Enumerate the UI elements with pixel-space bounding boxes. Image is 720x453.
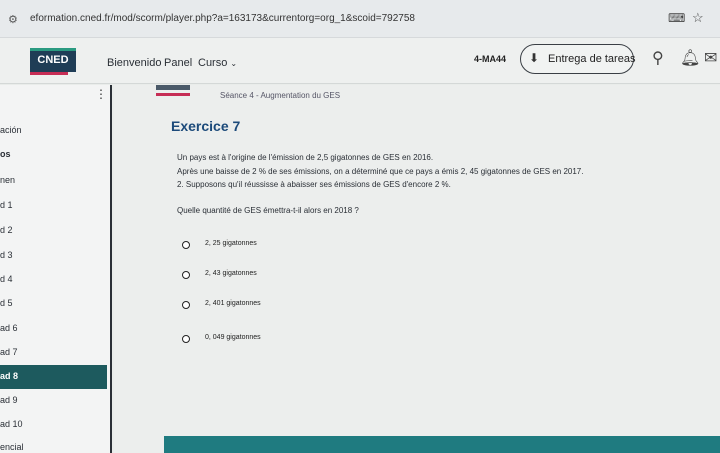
- question-text: Un pays est à l'origine de l'émission de…: [177, 153, 434, 162]
- radio-button[interactable]: [182, 335, 190, 343]
- nav-panel[interactable]: Panel: [164, 57, 192, 69]
- nav-curso-label: Curso: [198, 57, 228, 69]
- search-icon[interactable]: ⚲: [652, 48, 664, 68]
- nav-curso[interactable]: Curso ⌄: [198, 57, 237, 69]
- option-label: 2, 43 gigatonnes: [205, 270, 257, 277]
- question-text: 2. Supposons qu'il réussisse à abaisser …: [177, 180, 451, 189]
- star-icon[interactable]: ☆: [692, 10, 704, 26]
- more-vert-icon[interactable]: ⋮: [95, 87, 107, 101]
- top-navbar: CNED Bienvenido Panel Curso ⌄ 4-MA44 ⬇ E…: [0, 38, 720, 84]
- mail-icon[interactable]: ✉: [704, 48, 717, 68]
- section-title: Séance 4 - Augmentation du GES: [220, 91, 341, 100]
- mini-logo-bar: [156, 85, 190, 90]
- option-label: 2, 401 gigatonnes: [205, 300, 261, 307]
- radio-button[interactable]: [182, 271, 190, 279]
- sidebar-item[interactable]: os: [0, 149, 11, 159]
- cned-logo[interactable]: CNED: [30, 48, 76, 72]
- radio-button[interactable]: [182, 241, 190, 249]
- sidebar-item-active[interactable]: ad 8: [0, 365, 107, 389]
- sidebar-item[interactable]: d 5: [0, 298, 13, 308]
- sidebar-item[interactable]: ad 10: [0, 419, 23, 429]
- translate-icon[interactable]: ⌨: [668, 11, 685, 25]
- tune-icon[interactable]: ⚙: [8, 13, 18, 26]
- sidebar-item[interactable]: nen: [0, 175, 15, 185]
- upload-icon: ⬇: [529, 51, 540, 65]
- bell-icon[interactable]: 🔔︎: [680, 48, 700, 68]
- sidebar-item[interactable]: d 4: [0, 274, 13, 284]
- option-label: 2, 25 gigatonnes: [205, 240, 257, 247]
- question-text: Après une baisse de 2 % de ses émissions…: [177, 167, 584, 176]
- tasks-button[interactable]: ⬇ Entrega de tareas: [520, 44, 636, 74]
- sidebar-item[interactable]: d 2: [0, 225, 13, 235]
- radio-button[interactable]: [182, 301, 190, 309]
- sidebar-item[interactable]: encial: [0, 442, 24, 452]
- scorm-content: Séance 4 - Augmentation du GES Exercice …: [114, 85, 720, 453]
- sidebar-item[interactable]: ad 6: [0, 323, 18, 333]
- cned-mini-logo: [156, 85, 190, 99]
- question-prompt: Quelle quantité de GES émettra-t-il alor…: [177, 206, 359, 215]
- chevron-down-icon: ⌄: [230, 59, 238, 68]
- browser-address-bar: ⚙ eformation.cned.fr/mod/scorm/player.ph…: [0, 0, 720, 38]
- nav-bienvenido[interactable]: Bienvenido: [107, 57, 161, 69]
- exercise-title: Exercice 7: [171, 118, 241, 134]
- footer-bar: [164, 436, 720, 453]
- logo-accent-bar: [30, 72, 68, 75]
- tasks-label: Entrega de tareas: [548, 53, 636, 65]
- url-text[interactable]: eformation.cned.fr/mod/scorm/player.php?…: [30, 13, 415, 24]
- sidebar-item[interactable]: d 1: [0, 200, 13, 210]
- sidebar-item[interactable]: ad 7: [0, 347, 18, 357]
- course-sidebar: ⋮ ación os nen d 1 d 2 d 3 d 4 d 5 ad 6 …: [0, 85, 112, 453]
- sidebar-item[interactable]: d 3: [0, 250, 13, 260]
- option-label: 0, 049 gigatonnes: [205, 334, 261, 341]
- sidebar-item[interactable]: ación: [0, 125, 22, 135]
- mini-logo-accent: [156, 93, 190, 96]
- course-code: 4-MA44: [474, 54, 507, 64]
- sidebar-item[interactable]: ad 9: [0, 395, 18, 405]
